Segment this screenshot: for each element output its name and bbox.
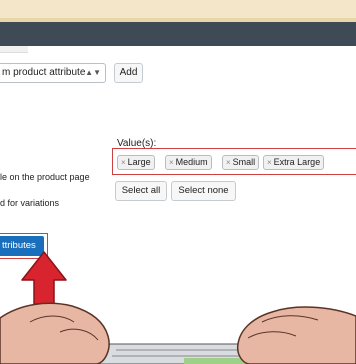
left-hand-illustration xyxy=(0,302,110,364)
pointer-arrow-icon xyxy=(21,251,67,305)
illustration-overlay xyxy=(0,251,356,364)
